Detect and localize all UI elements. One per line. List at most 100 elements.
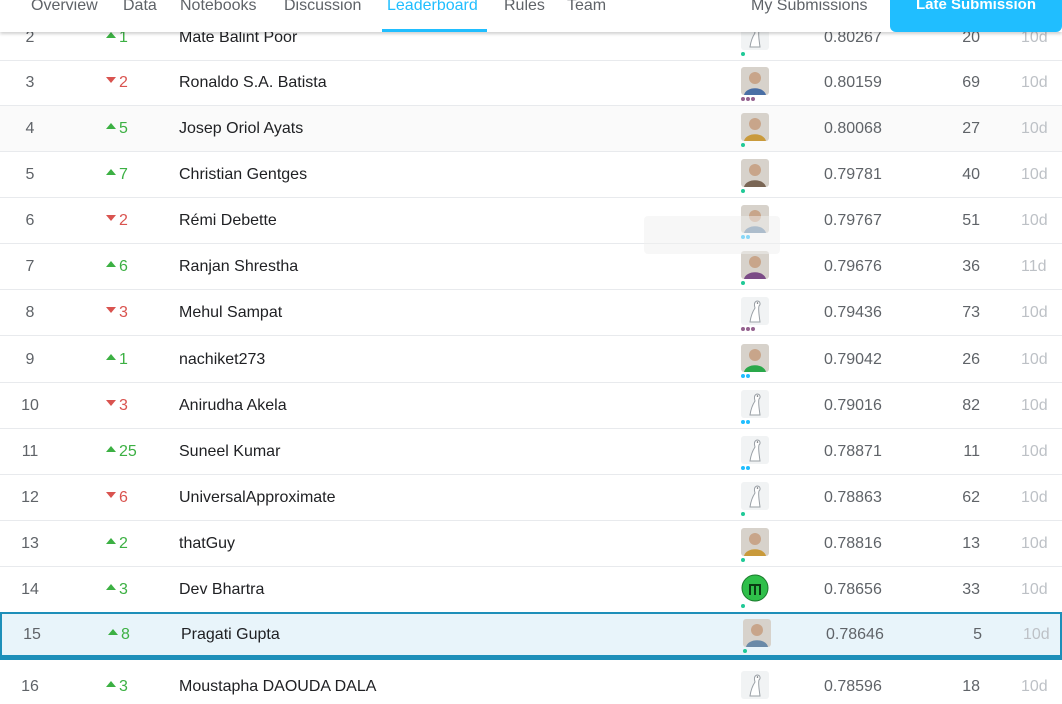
tier-dot bbox=[741, 96, 745, 101]
tier-dot bbox=[751, 326, 755, 331]
tier-dot bbox=[741, 465, 745, 470]
team-name[interactable]: thatGuy bbox=[179, 535, 235, 553]
tier-indicator bbox=[741, 188, 745, 193]
avatar[interactable] bbox=[741, 250, 769, 279]
arrow-up-icon bbox=[106, 123, 116, 130]
tier-dot bbox=[741, 603, 745, 608]
tab-notebooks[interactable]: Notebooks bbox=[180, 0, 257, 15]
table-row[interactable]: 6 2 Rémi Debette 0.79767 51 10d bbox=[0, 198, 1062, 244]
rank: 14 bbox=[21, 580, 39, 598]
rank-change: 6 bbox=[106, 489, 146, 507]
tier-indicator bbox=[743, 648, 747, 653]
score: 0.78596 bbox=[824, 677, 882, 695]
arrow-up-icon bbox=[106, 169, 116, 176]
arrow-down-icon bbox=[106, 307, 116, 314]
tab-discussion[interactable]: Discussion bbox=[284, 0, 361, 15]
avatar[interactable] bbox=[741, 343, 769, 372]
team-name[interactable]: Ronaldo S.A. Batista bbox=[179, 74, 327, 92]
avatar[interactable] bbox=[741, 574, 769, 602]
tab-team[interactable]: Team bbox=[567, 0, 606, 15]
table-row[interactable]: 3 2 Ronaldo S.A. Batista 0.80159 69 10d bbox=[0, 60, 1062, 106]
score: 0.79042 bbox=[824, 350, 882, 368]
team-name[interactable]: nachiket273 bbox=[179, 351, 265, 369]
entries-count: 73 bbox=[962, 303, 980, 321]
rank-change: 3 bbox=[106, 397, 146, 415]
arrow-up-icon bbox=[106, 538, 116, 545]
tier-dot bbox=[741, 188, 745, 193]
team-name[interactable]: Moustapha DAOUDA DALA bbox=[179, 678, 376, 696]
late-submission-button[interactable]: Late Submission bbox=[890, 0, 1062, 32]
table-row[interactable]: 5 7 Christian Gentges 0.79781 40 10d bbox=[0, 152, 1062, 198]
tier-indicator bbox=[741, 373, 750, 378]
entries-count: 51 bbox=[962, 211, 980, 229]
last-submission: 10d bbox=[1021, 534, 1048, 552]
rank-change-value: 3 bbox=[119, 677, 128, 695]
avatar[interactable] bbox=[741, 66, 769, 95]
rank: 7 bbox=[25, 257, 35, 275]
last-submission: 10d bbox=[1021, 73, 1048, 91]
team-name[interactable]: Ranjan Shrestha bbox=[179, 258, 298, 276]
team-name[interactable]: Dev Bhartra bbox=[179, 581, 264, 599]
entries-count: 27 bbox=[962, 119, 980, 137]
rank-change-value: 6 bbox=[119, 488, 128, 506]
entries-count: 13 bbox=[962, 534, 980, 552]
rank: 16 bbox=[21, 677, 39, 695]
last-submission: 10d bbox=[1021, 442, 1048, 460]
avatar[interactable] bbox=[741, 112, 769, 141]
avatar[interactable] bbox=[741, 389, 769, 418]
tab-leaderboard[interactable]: Leaderboard bbox=[387, 0, 478, 15]
avatar[interactable] bbox=[741, 158, 769, 187]
table-row[interactable]: 12 6 UniversalApproximate 0.78863 62 10d bbox=[0, 475, 1062, 521]
tier-dot bbox=[741, 326, 745, 331]
team-name[interactable]: Mehul Sampat bbox=[179, 304, 282, 322]
arrow-up-icon bbox=[106, 446, 116, 453]
rank-change-value: 8 bbox=[121, 625, 130, 643]
team-name[interactable]: Pragati Gupta bbox=[181, 626, 280, 644]
rank-change-value: 3 bbox=[119, 303, 128, 321]
rank-change: 2 bbox=[106, 212, 146, 230]
tab-overview[interactable]: Overview bbox=[31, 0, 98, 15]
score: 0.78863 bbox=[824, 488, 882, 506]
team-name[interactable]: Rémi Debette bbox=[179, 212, 277, 230]
rank: 4 bbox=[25, 119, 35, 137]
avatar[interactable] bbox=[741, 670, 769, 699]
avatar[interactable] bbox=[741, 296, 769, 325]
avatar[interactable] bbox=[743, 618, 771, 647]
tier-dot bbox=[741, 373, 745, 378]
rank-change: 8 bbox=[108, 626, 148, 644]
table-row[interactable]: 7 6 Ranjan Shrestha 0.79676 36 11d bbox=[0, 244, 1062, 290]
last-submission: 10d bbox=[1021, 580, 1048, 598]
rank-change-value: 5 bbox=[119, 119, 128, 137]
tier-indicator bbox=[741, 511, 745, 516]
avatar[interactable] bbox=[741, 435, 769, 464]
team-name[interactable]: UniversalApproximate bbox=[179, 489, 336, 507]
avatar[interactable] bbox=[741, 481, 769, 510]
rank-change-value: 3 bbox=[119, 396, 128, 414]
avatar[interactable] bbox=[741, 527, 769, 556]
table-row[interactable]: 4 5 Josep Oriol Ayats 0.80068 27 10d bbox=[0, 106, 1062, 152]
team-name[interactable]: Suneel Kumar bbox=[179, 443, 280, 461]
table-row-current-user[interactable]: 15 8 Pragati Gupta 0.78646 5 10d bbox=[0, 612, 1062, 660]
entries-count: 5 bbox=[973, 625, 982, 643]
table-row[interactable]: 11 25 Suneel Kumar 0.78871 11 10d bbox=[0, 429, 1062, 475]
table-row[interactable]: 10 3 Anirudha Akela 0.79016 82 10d bbox=[0, 383, 1062, 429]
rank-change: 5 bbox=[106, 120, 146, 138]
last-submission: 10d bbox=[1021, 677, 1048, 695]
team-name[interactable]: Josep Oriol Ayats bbox=[179, 120, 303, 138]
tier-dot bbox=[741, 280, 745, 285]
last-submission: 10d bbox=[1021, 119, 1048, 137]
table-row[interactable]: 9 1 nachiket273 0.79042 26 10d bbox=[0, 337, 1062, 383]
table-row[interactable]: 16 3 Moustapha DAOUDA DALA 0.78596 18 10d bbox=[0, 664, 1062, 704]
score: 0.79781 bbox=[824, 165, 882, 183]
tab-rules[interactable]: Rules bbox=[504, 0, 545, 15]
score: 0.78646 bbox=[826, 625, 884, 643]
table-row[interactable]: 8 3 Mehul Sampat 0.79436 73 10d bbox=[0, 290, 1062, 336]
tab-data[interactable]: Data bbox=[123, 0, 157, 15]
table-row[interactable]: 13 2 thatGuy 0.78816 13 10d bbox=[0, 521, 1062, 567]
team-name[interactable]: Anirudha Akela bbox=[179, 397, 287, 415]
my-submissions-link[interactable]: My Submissions bbox=[751, 0, 867, 15]
last-submission: 10d bbox=[1021, 350, 1048, 368]
rank: 10 bbox=[21, 396, 39, 414]
table-row[interactable]: 14 3 Dev Bhartra 0.78656 33 10d bbox=[0, 567, 1062, 613]
team-name[interactable]: Christian Gentges bbox=[179, 166, 307, 184]
